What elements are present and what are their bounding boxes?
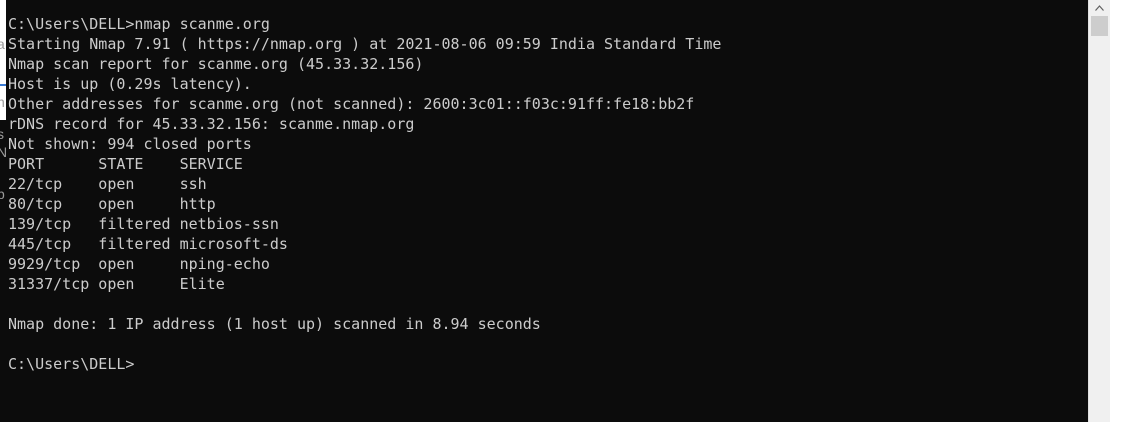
screen: C:\Users\DELL>nmap scanme.org Starting N… [0,0,1148,422]
scroll-up-button[interactable] [1089,0,1110,16]
console-line: Starting Nmap 7.91 ( https://nmap.org ) … [8,35,722,53]
blank-line [8,334,721,354]
background-text-fragment: s [0,126,4,142]
blank-line [8,294,721,314]
port-row: 80/tcp open http [8,195,216,213]
console-line: Other addresses for scanme.org (not scan… [8,95,695,113]
console-line: Nmap done: 1 IP address (1 host up) scan… [8,315,541,333]
background-window-accent [0,84,6,86]
background-text-fragment: n [0,94,5,110]
port-row: 445/tcp filtered microsoft-ds [8,235,288,253]
console-line: C:\Users\DELL>nmap scanme.org [8,15,270,33]
desktop-area [1110,0,1148,422]
port-row: 22/tcp open ssh [8,175,207,193]
background-text-fragment: N [0,144,8,160]
console-line: Nmap scan report for scanme.org (45.33.3… [8,55,424,73]
port-row: 31337/tcp open Elite [8,275,225,293]
vertical-scrollbar[interactable] [1088,0,1110,422]
console-line: Host is up (0.29s latency). [8,75,252,93]
console-output: C:\Users\DELL>nmap scanme.org Starting N… [8,14,721,374]
port-row: 139/tcp filtered netbios-ssn [8,215,279,233]
background-text-fragment: p [0,186,5,202]
background-text-fragment: a [0,36,5,52]
command-prompt[interactable]: C:\Users\DELL> [8,354,721,374]
chevron-up-icon [1095,5,1104,11]
console-window[interactable]: C:\Users\DELL>nmap scanme.org Starting N… [0,0,1088,422]
background-window-edge: l a n s N p [0,0,8,422]
scroll-thumb[interactable] [1091,16,1108,36]
console-line: rDNS record for 45.33.32.156: scanme.nma… [8,115,415,133]
port-row: 9929/tcp open nping-echo [8,255,270,273]
port-table-header: PORT STATE SERVICE [8,155,243,173]
console-line: Not shown: 994 closed ports [8,135,252,153]
